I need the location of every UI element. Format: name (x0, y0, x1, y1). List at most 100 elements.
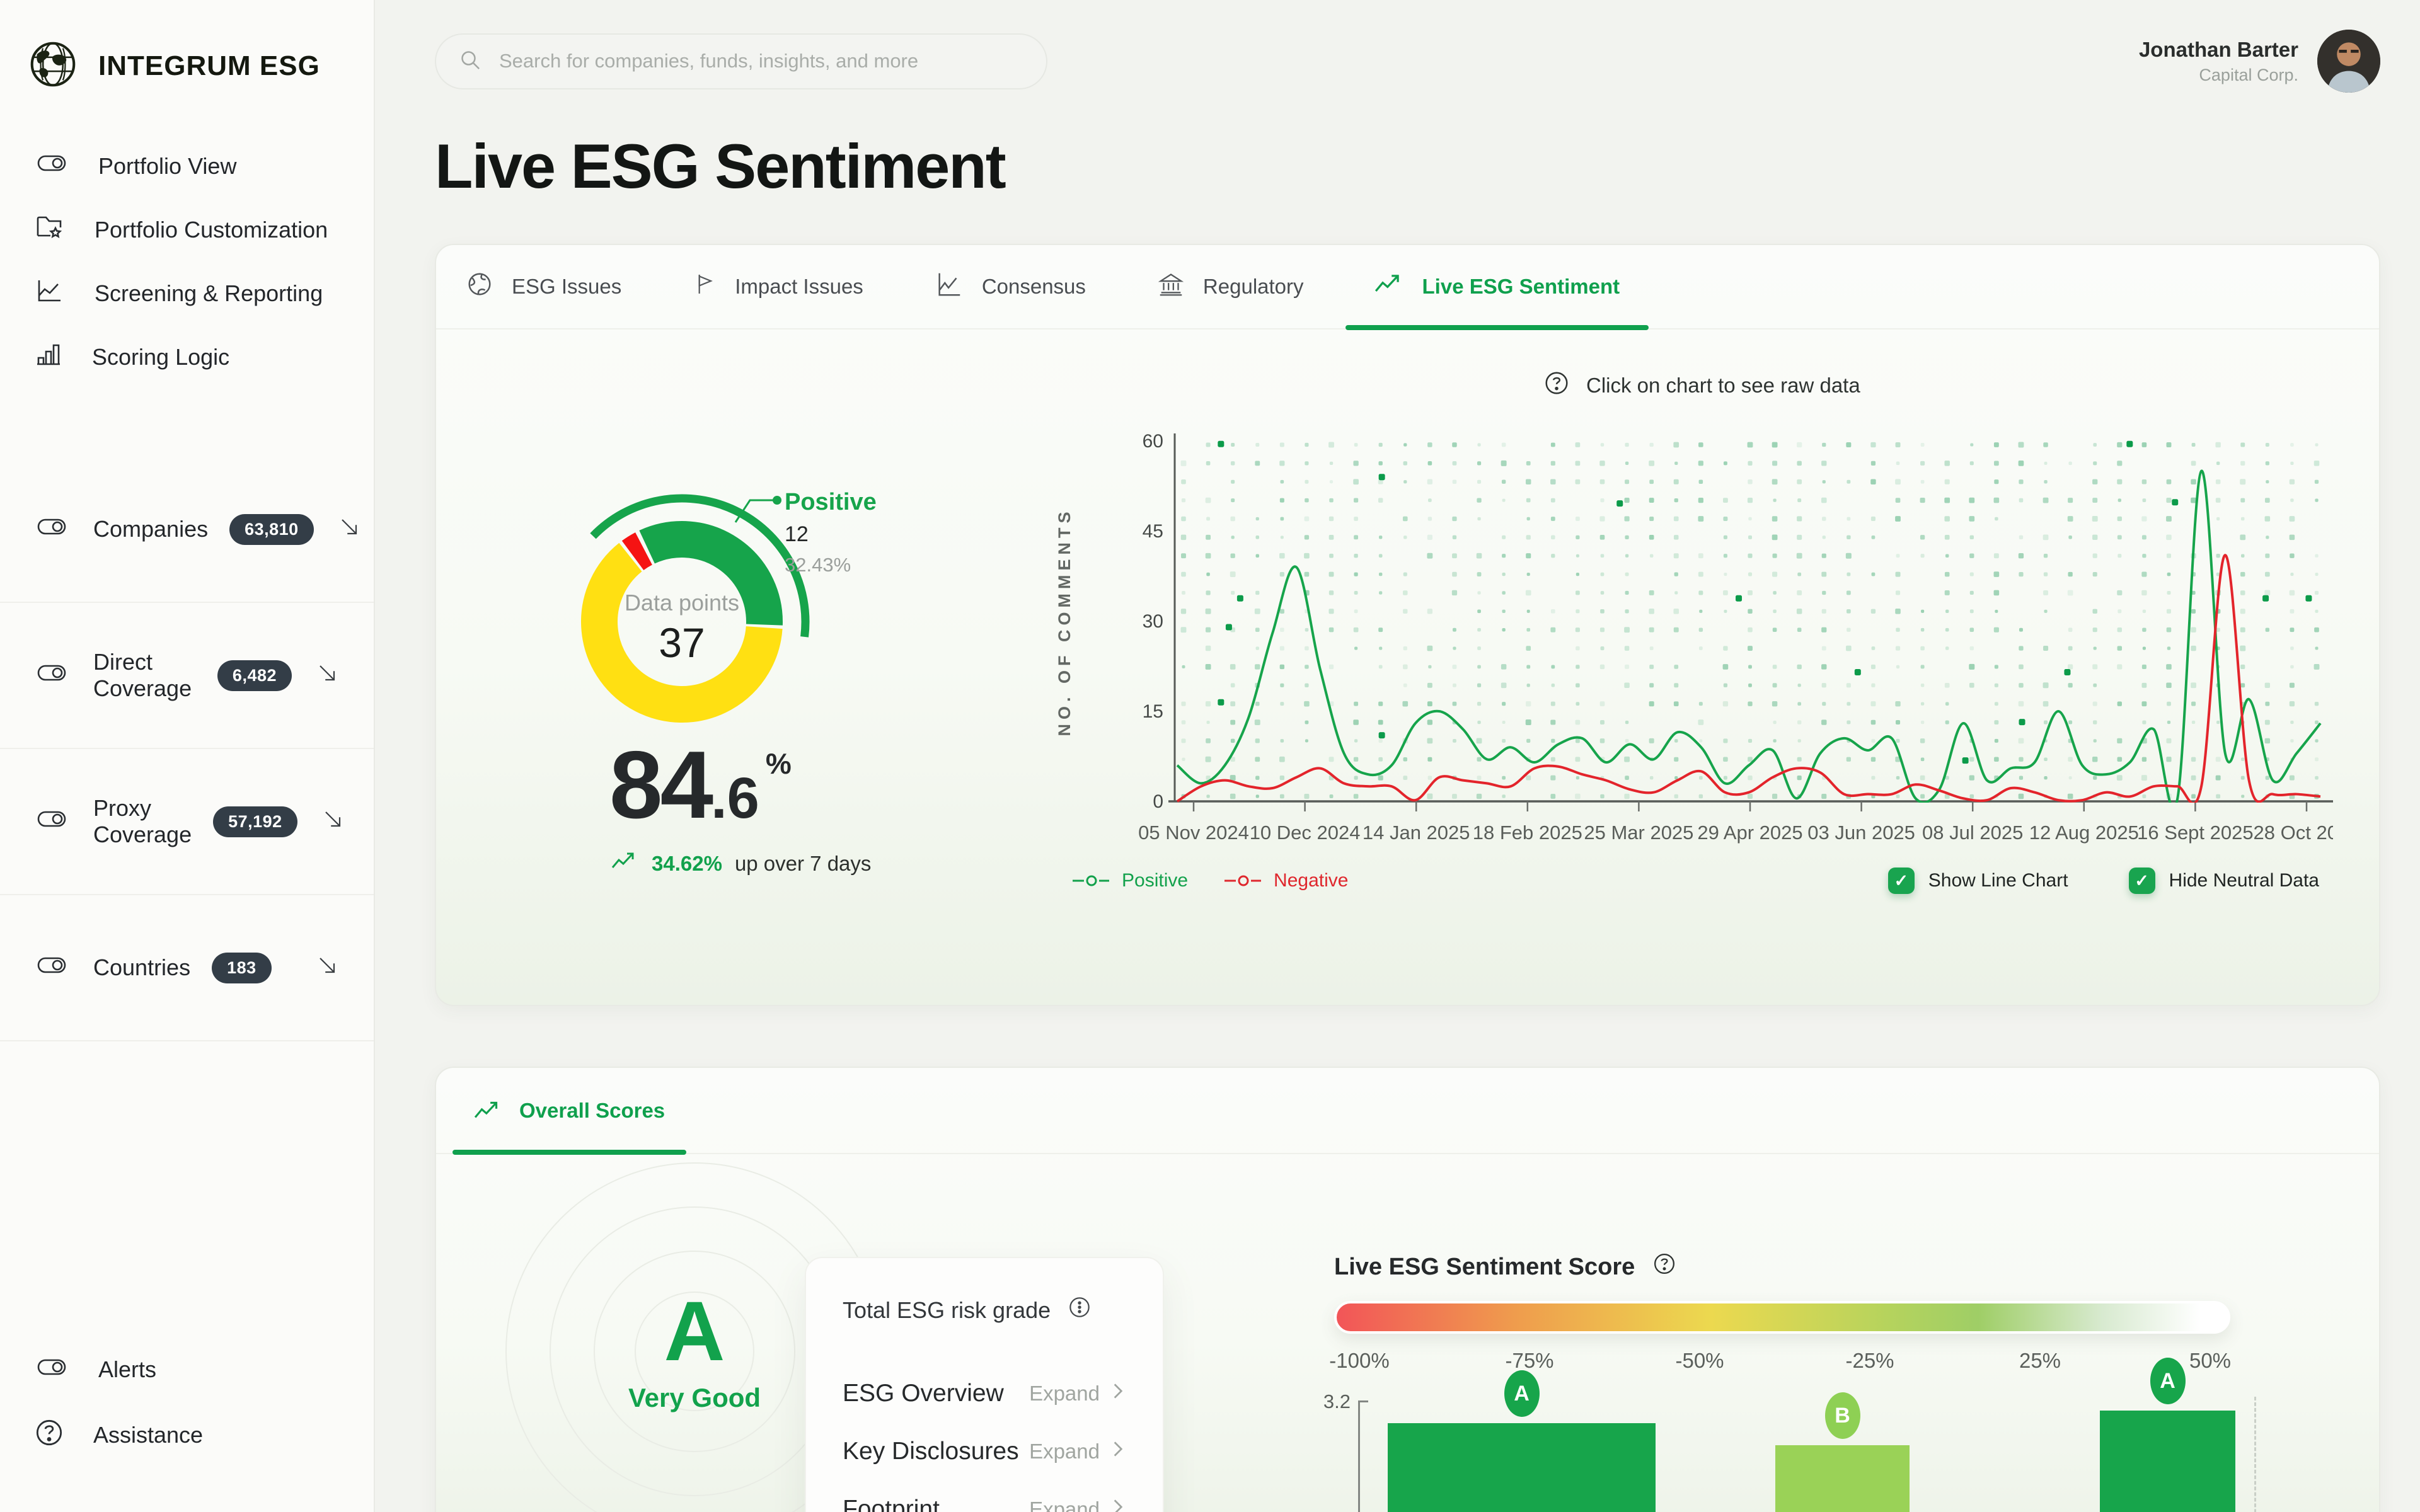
x-tick-label: 03 Jun 2025 (1807, 822, 1915, 844)
sidebar-section-proxy-coverage[interactable]: Proxy Coverage57,192 (0, 749, 374, 895)
brand: INTEGRUM ESG (0, 35, 374, 96)
tab-esg-issues[interactable]: ESG Issues (436, 245, 657, 328)
expand-button[interactable]: Expand (1029, 1380, 1126, 1407)
trend-icon (1374, 273, 1405, 301)
tab-label: Impact Issues (735, 275, 863, 299)
legend-positive: Positive (1073, 870, 1188, 891)
tab-consensus[interactable]: Consensus (899, 245, 1121, 328)
y-tick-label: 15 (1143, 701, 1163, 722)
x-tick-label: 05 Nov 2024 (1138, 822, 1249, 844)
avatar[interactable] (2317, 30, 2380, 93)
sentiment-score-title: Live ESG Sentiment Score (1334, 1254, 1635, 1281)
sidebar-item-label: Alerts (98, 1356, 156, 1383)
user-meta: Jonathan Barter Capital Corp. (2139, 38, 2298, 85)
sentiment-score: 84.6% (609, 730, 792, 840)
search-icon (458, 47, 483, 76)
grade-bar[interactable] (2100, 1411, 2235, 1512)
x-tick-label: 08 Jul 2025 (1922, 822, 2023, 844)
toggle-hide-neutral-data[interactable]: ✓Hide Neutral Data (2129, 868, 2319, 894)
x-tick-label: 29 Apr 2025 (1697, 822, 1802, 844)
expand-button[interactable]: Expand (1029, 1438, 1126, 1465)
gradient-tick-label: -25% (1845, 1349, 1894, 1373)
toggle-icon (32, 804, 72, 840)
sidebar-item-assistance[interactable]: Assistance (0, 1402, 374, 1468)
donut-segment[interactable] (633, 549, 643, 556)
chart-toggles: ✓ Show Line Chart ✓Hide Neutral Data (1888, 868, 2319, 894)
toggle-show-line-chart[interactable]: ✓ Show Line Chart (1888, 868, 2068, 894)
arrow-down-right-icon[interactable] (313, 951, 341, 985)
checkbox-checked-icon[interactable]: ✓ (2129, 868, 2155, 894)
sidebar-item-portfolio-view[interactable]: Portfolio View (0, 134, 374, 198)
chart-line-icon (32, 275, 68, 311)
sidebar-item-alerts[interactable]: Alerts (0, 1337, 374, 1402)
search-input[interactable] (498, 49, 1025, 73)
question-icon[interactable] (1651, 1251, 1678, 1283)
sidebar-item-label: Assistance (93, 1422, 203, 1448)
bars-y-tick (1358, 1400, 1368, 1402)
sentiment-line-chart[interactable]: 015304560NO. OF COMMENTS05 Nov 202410 De… (1035, 427, 2333, 868)
gradient-tick-label: -50% (1675, 1349, 1724, 1373)
count-badge: 6,482 (217, 660, 292, 691)
bars-y-axis (1358, 1400, 1360, 1512)
highlight-dot (1379, 732, 1385, 738)
sentiment-score-title-row: Live ESG Sentiment Score (1334, 1251, 2295, 1283)
x-tick-label: 12 Aug 2025 (2029, 822, 2139, 844)
x-tick-label: 10 Dec 2024 (1250, 822, 1361, 844)
highlight-dot (1218, 441, 1224, 447)
consensus-icon (934, 270, 964, 304)
donut-callout-pct: 32.43% (785, 554, 851, 576)
risk-panel-title: Total ESG risk grade (843, 1297, 1051, 1324)
sidebar-section-companies[interactable]: Companies63,810 (0, 457, 374, 603)
tab-live-esg-sentiment[interactable]: Live ESG Sentiment (1339, 245, 1656, 328)
globe-logo-icon (29, 40, 77, 91)
grade-bar[interactable] (1775, 1445, 1910, 1512)
tab-impact-issues[interactable]: Impact Issues (657, 245, 899, 328)
checkbox-checked-icon[interactable]: ✓ (1888, 868, 1915, 894)
trend-text: up over 7 days (735, 852, 871, 876)
info-icon[interactable] (1066, 1293, 1093, 1327)
highlight-dot (2064, 669, 2070, 675)
toggle-label: Show Line Chart (1928, 870, 2068, 891)
arrow-down-right-icon[interactable] (335, 513, 363, 546)
count-badge: 57,192 (213, 806, 297, 837)
grade-bar[interactable] (1388, 1423, 1656, 1512)
sidebar-section-direct-coverage[interactable]: Direct Coverage 6,482 (0, 603, 374, 749)
x-tick-label: 25 Mar 2025 (1584, 822, 1693, 844)
donut-callout-count: 12 (785, 522, 809, 546)
sidebar-section-label: Direct Coverage (93, 649, 196, 702)
toggle-icon (32, 148, 72, 184)
highlight-dot (2305, 595, 2312, 602)
highlight-dot (1855, 669, 1861, 675)
expand-label: Expand (1029, 1498, 1100, 1512)
neutral-dot-grid (1181, 441, 2320, 799)
risk-grade-panel: Total ESG risk grade ESG OverviewExpandK… (805, 1257, 1164, 1512)
score-unit: % (766, 747, 792, 780)
flag-icon (692, 270, 717, 304)
sidebar-item-screening-reporting[interactable]: Screening & Reporting (0, 261, 374, 325)
user-company: Capital Corp. (2139, 66, 2298, 85)
search-bar[interactable] (435, 33, 1047, 89)
user-name: Jonathan Barter (2139, 38, 2298, 62)
grade-bars-chart[interactable]: 3.2 ABA (1334, 1384, 2295, 1512)
risk-row-label: ESG Overview (843, 1380, 1004, 1407)
user-chip[interactable]: Jonathan Barter Capital Corp. (2139, 30, 2380, 93)
arrow-down-right-icon[interactable] (319, 805, 347, 839)
page-title: Live ESG Sentiment (435, 130, 2380, 202)
x-tick-label: 16 Sept 2025 (2137, 822, 2253, 844)
sidebar: INTEGRUM ESG Portfolio ViewPortfolio Cus… (0, 0, 375, 1512)
expand-button[interactable]: Expand (1029, 1496, 1126, 1512)
highlight-dot (1616, 500, 1623, 507)
sidebar-item-portfolio-customization[interactable]: Portfolio Customization (0, 198, 374, 261)
y-tick-label: 0 (1153, 791, 1163, 812)
tab-overall-scores[interactable]: Overall Scores (452, 1068, 686, 1153)
sidebar-section-label: Countries (93, 954, 190, 981)
sentiment-gradient-bar[interactable] (1334, 1301, 2230, 1334)
sentiment-score-column: Live ESG Sentiment Score -100%-75%-50%-2… (1334, 1251, 2295, 1512)
topbar: Jonathan Barter Capital Corp. (435, 30, 2380, 93)
arrow-down-right-icon[interactable] (313, 659, 341, 692)
sidebar-bottom-nav: Alerts Assistance (0, 1337, 374, 1468)
trend-row: 34.62% up over 7 days (611, 851, 871, 876)
sidebar-item-scoring-logic[interactable]: Scoring Logic (0, 325, 374, 389)
tab-regulatory[interactable]: Regulatory (1121, 245, 1339, 328)
sidebar-section-countries[interactable]: Countries183 (0, 895, 374, 1041)
